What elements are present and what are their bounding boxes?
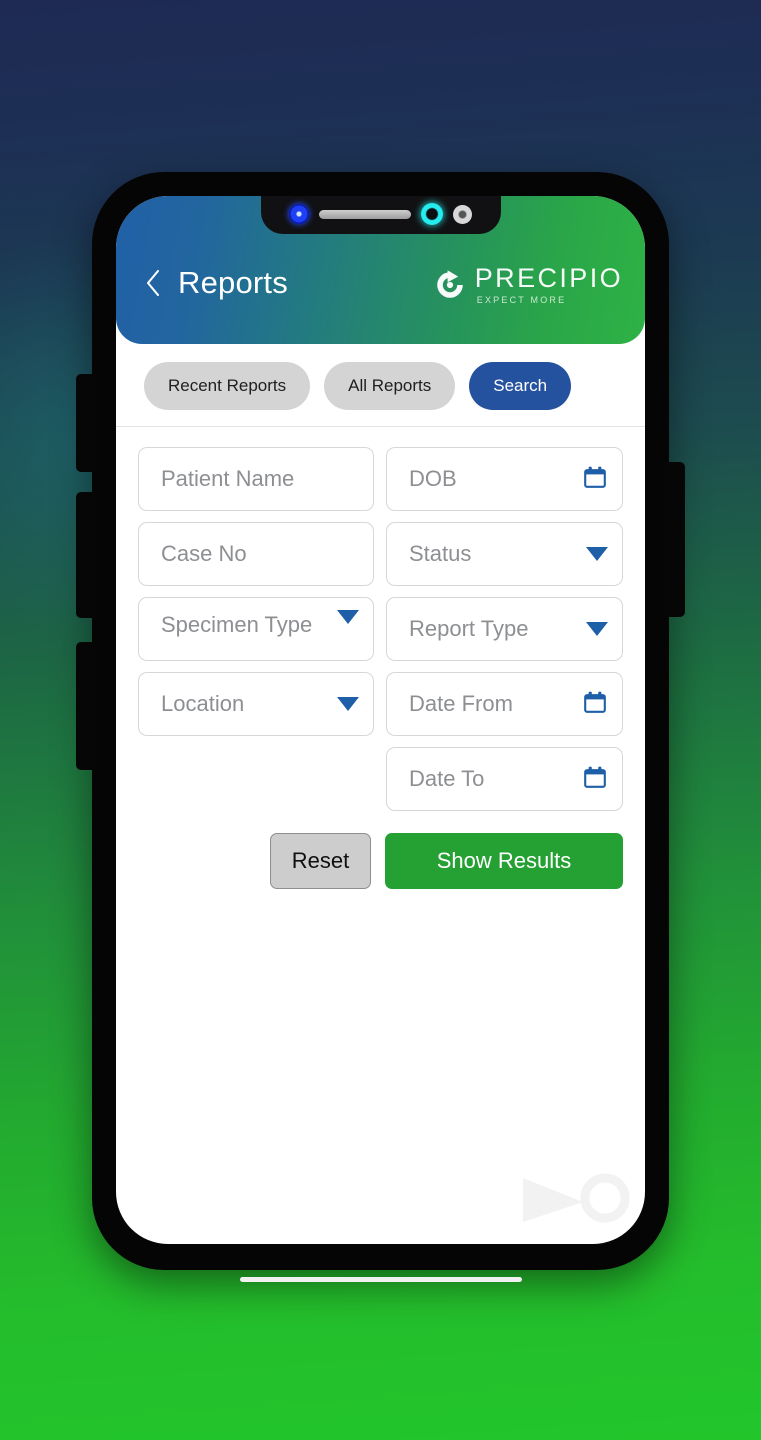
tab-search[interactable]: Search (469, 362, 572, 410)
specimen-type-placeholder: Specimen Type (161, 612, 313, 637)
date-to-field[interactable]: Date To (386, 747, 623, 811)
precipio-logo-text: PRECIPIO EXPECT MORE (475, 265, 623, 305)
case-no-placeholder: Case No (161, 541, 247, 566)
tab-bar: Recent Reports All Reports Search (116, 344, 645, 427)
phone-device: Reports PRECIPIO EXPECT MORE Recent Repo… (76, 172, 685, 1282)
status-select[interactable]: Status (386, 522, 623, 586)
patient-name-field[interactable]: Patient Name (138, 447, 374, 511)
side-button-silent-switch[interactable] (76, 374, 96, 472)
tab-recent-reports[interactable]: Recent Reports (144, 362, 311, 410)
chevron-down-icon[interactable] (337, 697, 359, 711)
precipio-circular-arrow-icon (433, 268, 467, 302)
front-camera-cyan-icon (421, 203, 443, 225)
chevron-left-icon[interactable] (142, 268, 164, 298)
calendar-icon[interactable] (582, 689, 608, 720)
precipio-logo: PRECIPIO EXPECT MORE (433, 265, 623, 305)
dob-placeholder: DOB (409, 466, 457, 491)
search-form: Patient Name Case No Specimen Type Locat… (116, 427, 645, 811)
precipio-tagline: EXPECT MORE (476, 295, 567, 305)
camera-notch (260, 196, 501, 234)
side-button-volume-up[interactable] (76, 492, 96, 618)
page-title: Reports (178, 265, 288, 300)
report-type-placeholder: Report Type (409, 616, 529, 641)
tab-all-reports[interactable]: All Reports (324, 362, 456, 410)
location-placeholder: Location (161, 691, 245, 716)
show-results-button[interactable]: Show Results (385, 833, 623, 889)
precipio-watermark-icon (513, 1168, 633, 1228)
side-button-volume-down[interactable] (76, 642, 96, 770)
precipio-wordmark: PRECIPIO (474, 263, 623, 293)
patient-name-placeholder: Patient Name (161, 466, 295, 491)
chevron-down-icon[interactable] (586, 622, 608, 636)
status-placeholder: Status (409, 541, 472, 566)
reset-button[interactable]: Reset (270, 833, 371, 889)
form-column-right: DOB Status Report Type Date From Date To (386, 447, 623, 811)
calendar-icon[interactable] (582, 764, 608, 795)
case-no-field[interactable]: Case No (138, 522, 374, 586)
chevron-down-icon[interactable] (586, 547, 608, 561)
front-camera-blue-icon (289, 204, 309, 224)
date-from-placeholder: Date From (409, 691, 513, 716)
specimen-type-select[interactable]: Specimen Type (138, 597, 374, 661)
location-select[interactable]: Location (138, 672, 374, 736)
report-type-select[interactable]: Report Type (386, 597, 623, 661)
form-column-left: Patient Name Case No Specimen Type Locat… (138, 447, 374, 811)
side-button-power[interactable] (665, 462, 685, 617)
home-indicator (239, 1277, 522, 1282)
date-to-placeholder: Date To (409, 766, 485, 791)
earpiece-speaker-icon (319, 209, 411, 219)
phone-screen: Reports PRECIPIO EXPECT MORE Recent Repo… (116, 196, 645, 1244)
calendar-icon[interactable] (582, 464, 608, 495)
chevron-down-icon[interactable] (337, 610, 359, 624)
dob-field[interactable]: DOB (386, 447, 623, 511)
front-camera-gray-icon (453, 204, 472, 224)
form-actions: Reset Show Results (116, 811, 645, 889)
header-left-group: Reports (142, 265, 288, 301)
date-from-field[interactable]: Date From (386, 672, 623, 736)
